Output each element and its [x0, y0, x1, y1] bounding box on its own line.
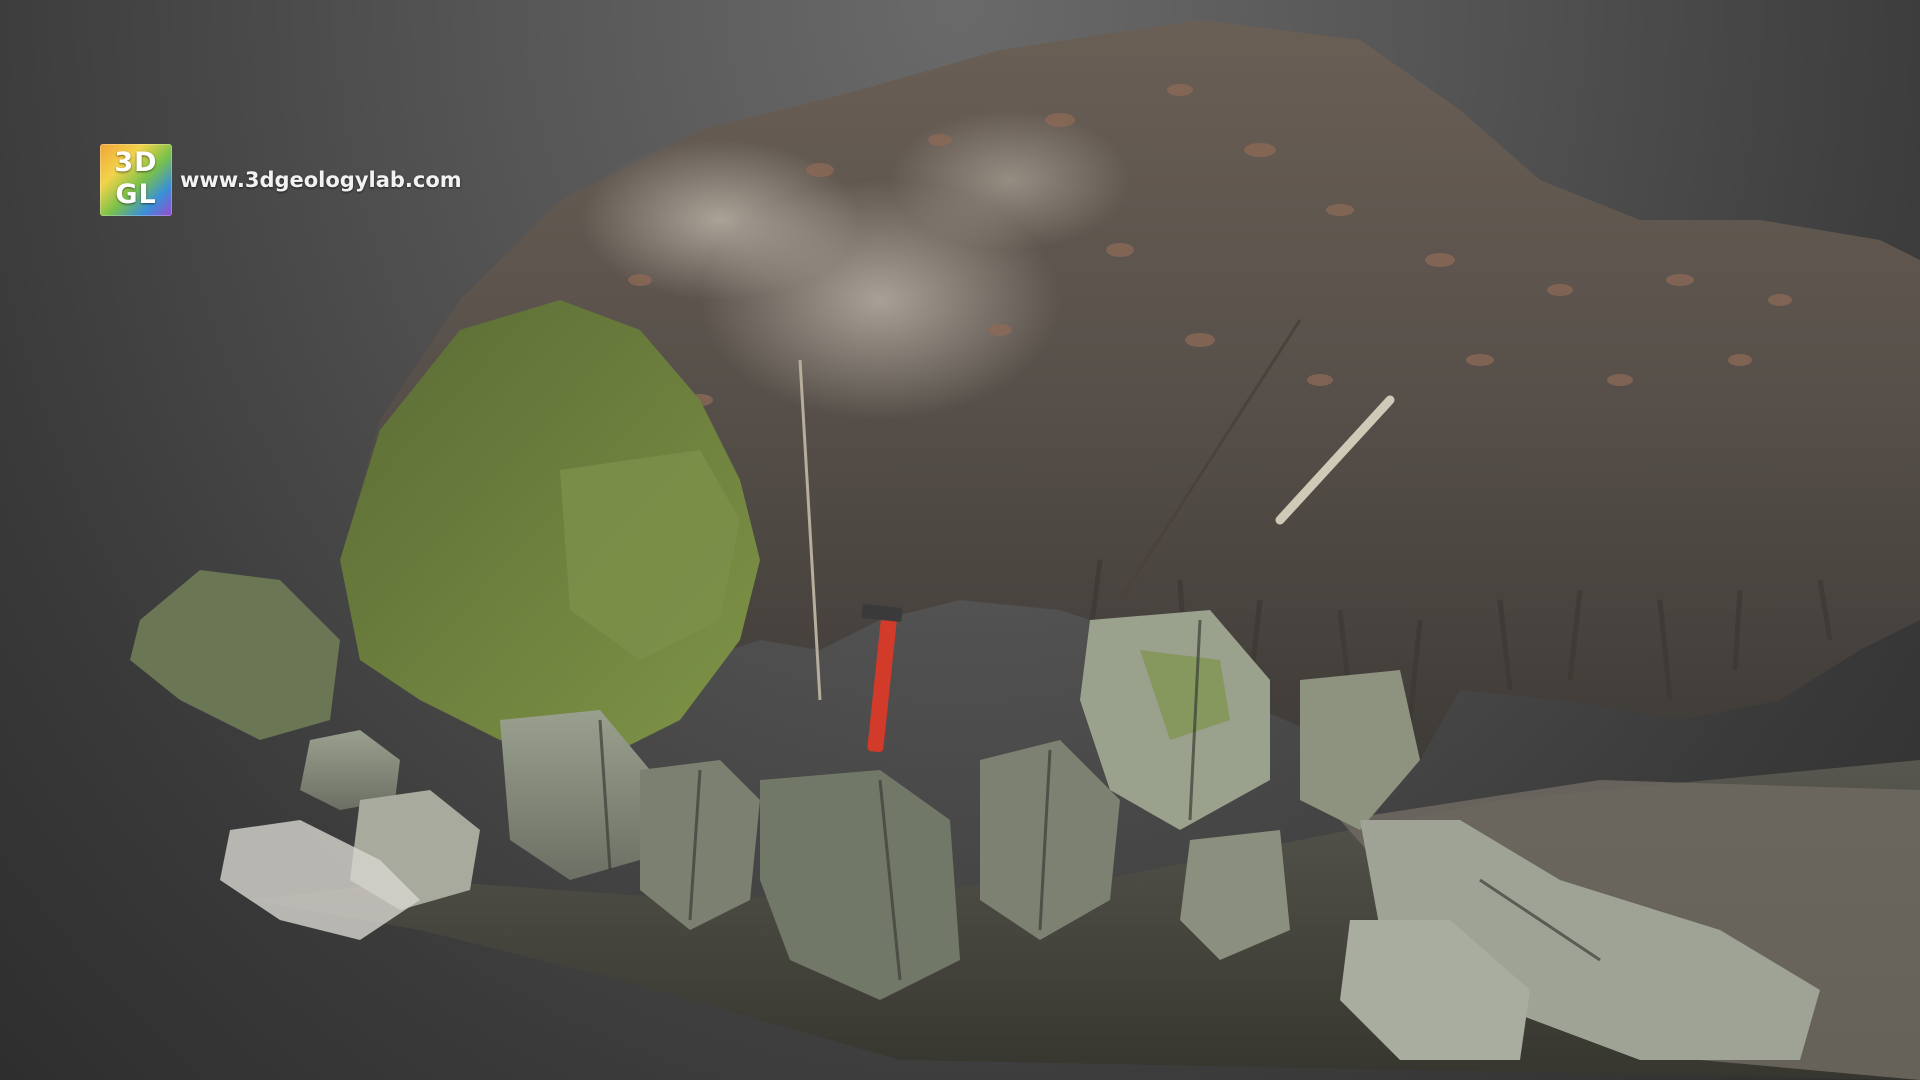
left-ledge-rock: [130, 570, 340, 740]
logo-line1: 3D: [114, 147, 158, 178]
logo-line2: GL: [115, 179, 157, 210]
website-url: www.3dgeologylab.com: [180, 168, 462, 192]
model-viewport[interactable]: 3D GL www.3dgeologylab.com: [0, 0, 1920, 1080]
geological-hammer: [861, 604, 903, 753]
boulder: [1300, 670, 1420, 830]
3dgl-logo: 3D GL: [100, 144, 172, 216]
hammer-handle: [867, 617, 897, 753]
sunlit-patch: [890, 110, 1130, 250]
brand-watermark: 3D GL www.3dgeologylab.com: [100, 144, 462, 216]
